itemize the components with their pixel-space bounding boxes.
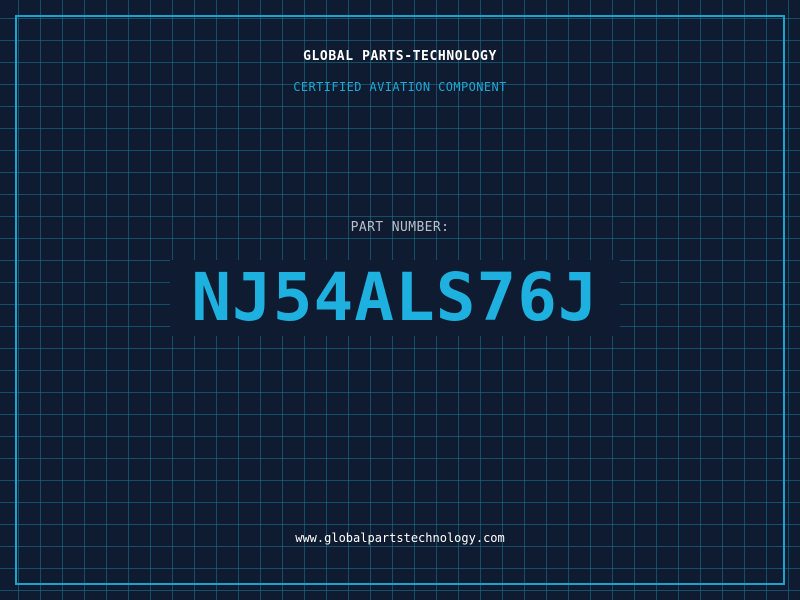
part-number-panel: NJ54ALS76J: [170, 260, 620, 336]
part-certificate-card: GLOBAL PARTS-TECHNOLOGY CERTIFIED AVIATI…: [0, 0, 800, 600]
part-number-label: PART NUMBER:: [350, 220, 450, 235]
company-name: GLOBAL PARTS-TECHNOLOGY: [303, 49, 497, 64]
part-number-value: NJ54ALS76J: [191, 259, 599, 336]
website-link[interactable]: www.globalpartstechnology.com: [0, 531, 800, 545]
certification-subtitle: CERTIFIED AVIATION COMPONENT: [293, 80, 507, 94]
